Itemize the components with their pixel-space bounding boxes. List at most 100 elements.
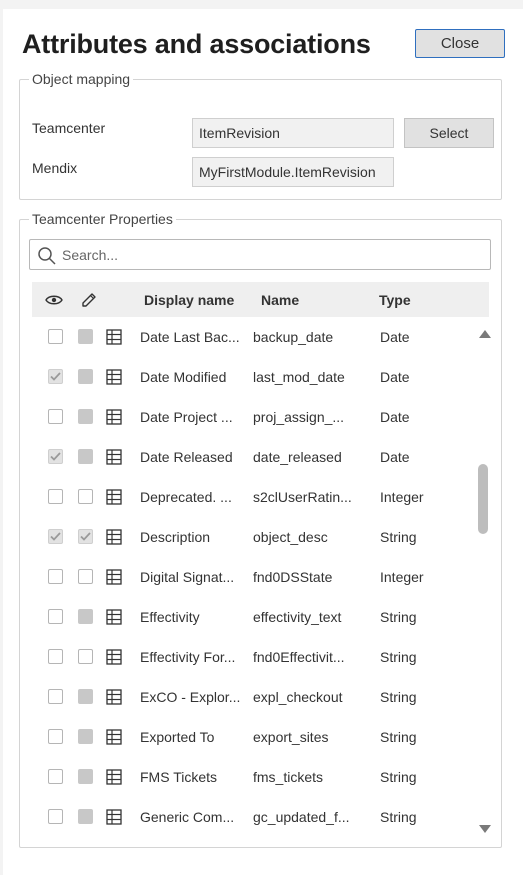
cell-display-name: Date Modified [140,369,227,385]
visible-checkbox[interactable] [48,409,63,424]
table-icon [106,769,122,790]
editable-checkbox[interactable] [78,689,93,704]
editable-checkbox[interactable] [78,569,93,584]
visible-checkbox[interactable] [48,689,63,704]
editable-checkbox[interactable] [78,409,93,424]
editable-checkbox[interactable] [78,769,93,784]
cell-type: Date [380,329,410,345]
teamcenter-properties-legend: Teamcenter Properties [32,211,173,227]
table-row[interactable]: Description object_desc String [32,517,474,557]
close-button[interactable]: Close [415,29,505,58]
table-icon [106,529,122,550]
teamcenter-field[interactable]: ItemRevision [192,118,394,148]
table-row[interactable]: Generic Com... gc_updated_f... String [32,797,474,837]
cell-type: String [380,609,417,625]
table-row[interactable]: Date Modified last_mod_date Date [32,357,474,397]
cell-type: Date [380,369,410,385]
table-row[interactable]: Digital Signat... fnd0DSState Integer [32,557,474,597]
cell-display-name: ExCO - Explor... [140,689,241,705]
editable-checkbox[interactable] [78,329,93,344]
scroll-down-icon[interactable] [479,825,491,834]
table-row[interactable]: Date Last Bac... backup_date Date [32,317,474,357]
cell-name: expl_checkout [253,689,343,705]
cell-type: String [380,529,417,545]
cell-type: String [380,729,417,745]
visible-checkbox[interactable] [48,609,63,624]
cell-display-name: Date Project ... [140,409,233,425]
table-row[interactable]: Exported To export_sites String [32,717,474,757]
table-icon [106,329,122,350]
column-name[interactable]: Name [261,282,299,317]
cell-type: String [380,809,417,825]
editable-checkbox[interactable] [78,489,93,504]
visible-checkbox[interactable] [48,649,63,664]
cell-name: fnd0Effectivit... [253,649,345,665]
cell-name: object_desc [253,529,328,545]
cell-name: backup_date [253,329,334,345]
table-row[interactable]: Date Project ... proj_assign_... Date [32,397,474,437]
column-type[interactable]: Type [379,282,411,317]
cell-type: Date [380,449,410,465]
editable-checkbox[interactable] [78,609,93,624]
visible-checkbox[interactable] [48,369,63,384]
teamcenter-label: Teamcenter [32,120,106,136]
select-button[interactable]: Select [404,118,494,148]
mendix-label: Mendix [32,160,78,176]
cell-name: fnd0DSState [253,569,333,585]
object-mapping-legend: Object mapping [32,71,131,87]
editable-checkbox[interactable] [78,809,93,824]
editable-checkbox[interactable] [78,449,93,464]
cell-display-name: Generic Com... [140,809,235,825]
table-icon [106,489,122,510]
scroll-up-icon[interactable] [479,329,491,338]
table-icon [106,449,122,470]
visible-checkbox[interactable] [48,329,63,344]
editable-checkbox[interactable] [78,649,93,664]
editable-checkbox[interactable] [78,729,93,744]
visible-checkbox[interactable] [48,529,63,544]
pencil-icon[interactable] [81,282,97,317]
search-icon [38,247,56,265]
table-row[interactable]: Effectivity effectivity_text String [32,597,474,637]
cell-display-name: FMS Tickets [140,769,218,785]
search-box[interactable] [29,239,491,270]
table-icon [106,689,122,710]
cell-name: proj_assign_... [253,409,345,425]
table-scrollbar[interactable] [474,317,492,841]
editable-checkbox[interactable] [78,369,93,384]
visible-checkbox[interactable] [48,569,63,584]
column-display-name[interactable]: Display name [144,282,234,317]
visible-checkbox[interactable] [48,809,63,824]
table-icon [106,809,122,830]
table-icon [106,569,122,590]
cell-type: String [380,649,417,665]
dialog-title: Attributes and associations [22,29,371,59]
mendix-field[interactable]: MyFirstModule.ItemRevision [192,157,394,187]
cell-display-name: Description [140,529,211,545]
cell-name: export_sites [253,729,329,745]
cell-type: Integer [380,569,424,585]
cell-type: String [380,689,417,705]
cell-name: last_mod_date [253,369,345,385]
cell-name: effectivity_text [253,609,342,625]
cell-name: date_released [253,449,342,465]
table-icon [106,369,122,390]
table-row[interactable]: ExCO - Explor... expl_checkout String [32,677,474,717]
cell-type: Integer [380,489,424,505]
visible-checkbox[interactable] [48,449,63,464]
scroll-thumb[interactable] [478,464,488,534]
table-row[interactable]: Deprecated. ... s2clUserRatin... Integer [32,477,474,517]
visible-checkbox[interactable] [48,729,63,744]
table-row[interactable]: Date Released date_released Date [32,437,474,477]
editable-checkbox[interactable] [78,529,93,544]
table-row[interactable]: FMS Tickets fms_tickets String [32,757,474,797]
table-icon [106,729,122,750]
eye-icon[interactable] [45,282,63,317]
visible-checkbox[interactable] [48,769,63,784]
table-row[interactable]: Effectivity For... fnd0Effectivit... Strin… [32,637,474,677]
table-icon [106,609,122,630]
table-icon [106,649,122,670]
visible-checkbox[interactable] [48,489,63,504]
search-input[interactable] [62,242,482,267]
table-icon [106,409,122,430]
